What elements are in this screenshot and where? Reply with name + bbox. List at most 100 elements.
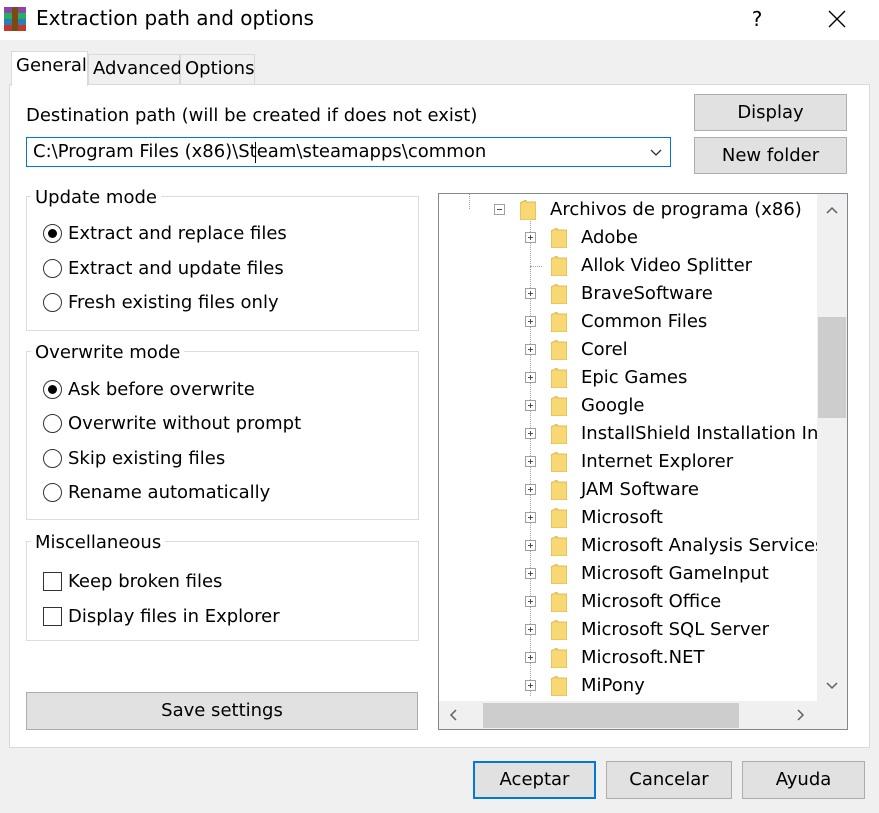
folder-icon: [551, 620, 567, 640]
help-button[interactable]: Ayuda: [742, 761, 865, 799]
folder-tree[interactable]: Archivos de programa (x86) Adobe Allok Vi…: [438, 193, 848, 730]
horizontal-scrollbar[interactable]: [439, 701, 817, 729]
radio-overwrite-without-prompt[interactable]: Overwrite without prompt: [43, 413, 301, 434]
radio-extract-update[interactable]: Extract and update files: [43, 258, 284, 279]
radio-label: Extract and replace files: [68, 223, 287, 244]
scroll-right-icon[interactable]: [793, 708, 807, 722]
checkbox-display-explorer[interactable]: Display files in Explorer: [43, 606, 280, 627]
radio-rename-auto[interactable]: Rename automatically: [43, 482, 270, 503]
expand-icon[interactable]: [525, 428, 536, 439]
new-folder-button[interactable]: New folder: [694, 137, 847, 174]
destination-path-combobox[interactable]: C:\Program Files (x86)\Steam\steamapps\c…: [26, 137, 671, 167]
scroll-down-icon[interactable]: [825, 678, 839, 692]
checkbox-label: Display files in Explorer: [68, 606, 280, 627]
misc-title: Miscellaneous: [31, 532, 166, 553]
display-button[interactable]: Display: [694, 94, 847, 131]
destination-path-value: C:\Program Files (x86)\Steam\steamapps\c…: [33, 141, 487, 162]
radio-indicator: [43, 380, 62, 399]
folder-icon: [551, 480, 567, 500]
cancel-button[interactable]: Cancelar: [606, 761, 732, 799]
expand-icon[interactable]: [525, 512, 536, 523]
checkbox-indicator: [43, 572, 62, 591]
tree-item[interactable]: Microsoft.NET: [581, 644, 704, 672]
tree-item[interactable]: Common Files: [581, 308, 707, 336]
accept-button[interactable]: Aceptar: [473, 761, 596, 799]
horizontal-scroll-thumb[interactable]: [483, 703, 739, 728]
tree-item[interactable]: Adobe: [581, 224, 638, 252]
tree-item[interactable]: BraveSoftware: [581, 280, 713, 308]
tree-item[interactable]: Microsoft GameInput: [581, 560, 769, 588]
save-settings-button[interactable]: Save settings: [26, 692, 418, 730]
radio-label: Extract and update files: [68, 258, 284, 279]
radio-skip-existing[interactable]: Skip existing files: [43, 448, 225, 469]
tree-item[interactable]: Microsoft Analysis Services: [581, 532, 824, 560]
radio-label: Overwrite without prompt: [68, 413, 302, 434]
tree-item[interactable]: Corel: [581, 336, 628, 364]
radio-label: Fresh existing files only: [68, 292, 279, 313]
checkbox-indicator: [43, 607, 62, 626]
expand-icon[interactable]: [525, 372, 536, 383]
vertical-scroll-thumb[interactable]: [818, 317, 846, 418]
tree-item[interactable]: InstallShield Installation Info: [581, 420, 836, 448]
overwrite-mode-group: Overwrite mode Ask before overwrite Over…: [26, 342, 419, 520]
radio-indicator: [43, 483, 62, 502]
radio-extract-replace[interactable]: Extract and replace files: [43, 223, 287, 244]
folder-icon: [551, 312, 567, 332]
expand-icon[interactable]: [525, 288, 536, 299]
expand-icon[interactable]: [525, 400, 536, 411]
expand-icon[interactable]: [525, 624, 536, 635]
radio-label: Rename automatically: [68, 482, 271, 503]
update-mode-group: Update mode Extract and replace files Ex…: [26, 187, 419, 331]
tree-item-root[interactable]: Archivos de programa (x86): [550, 196, 802, 224]
scrollbar-corner: [817, 701, 847, 729]
tree-guide-line: [530, 266, 542, 267]
tree-item[interactable]: JAM Software: [581, 476, 699, 504]
expand-icon[interactable]: [525, 540, 536, 551]
folder-icon: [551, 340, 567, 360]
collapse-icon[interactable]: [494, 204, 505, 215]
expand-icon[interactable]: [525, 652, 536, 663]
tree-item[interactable]: Google: [581, 392, 644, 420]
scroll-left-icon[interactable]: [447, 708, 461, 722]
folder-icon: [551, 648, 567, 668]
folder-icon: [551, 564, 567, 584]
folder-icon: [551, 228, 567, 248]
radio-indicator: [43, 414, 62, 433]
expand-icon[interactable]: [525, 680, 536, 691]
expand-icon[interactable]: [525, 596, 536, 607]
expand-icon[interactable]: [525, 232, 536, 243]
radio-fresh-existing[interactable]: Fresh existing files only: [43, 292, 279, 313]
folder-icon: [551, 536, 567, 556]
tree-item[interactable]: Internet Explorer: [581, 448, 733, 476]
radio-label: Skip existing files: [68, 448, 226, 469]
tree-item[interactable]: Microsoft Office: [581, 588, 721, 616]
misc-group: Miscellaneous Keep broken files Display …: [26, 532, 419, 641]
checkbox-keep-broken[interactable]: Keep broken files: [43, 571, 222, 592]
folder-icon: [551, 284, 567, 304]
radio-indicator: [43, 259, 62, 278]
vertical-scrollbar[interactable]: [817, 194, 847, 701]
expand-icon[interactable]: [525, 568, 536, 579]
expand-icon[interactable]: [525, 484, 536, 495]
tree-item[interactable]: MiPony: [581, 672, 645, 700]
expand-icon[interactable]: [525, 316, 536, 327]
update-mode-title: Update mode: [31, 187, 161, 208]
expand-icon[interactable]: [525, 456, 536, 467]
folder-icon: [551, 452, 567, 472]
radio-ask-before[interactable]: Ask before overwrite: [43, 379, 255, 400]
chevron-down-icon[interactable]: [650, 146, 662, 158]
destination-label: Destination path (will be created if doe…: [26, 105, 478, 126]
folder-icon: [551, 396, 567, 416]
tree-item[interactable]: Microsoft SQL Server: [581, 616, 769, 644]
tree-item[interactable]: Epic Games: [581, 364, 687, 392]
tree-guide-line: [469, 194, 470, 209]
tree-item[interactable]: Microsoft: [581, 504, 663, 532]
folder-icon: [551, 368, 567, 388]
tree-item[interactable]: Allok Video Splitter: [581, 252, 752, 280]
scroll-up-icon[interactable]: [825, 204, 839, 218]
radio-label: Ask before overwrite: [68, 379, 255, 400]
folder-icon: [551, 592, 567, 612]
expand-icon[interactable]: [525, 344, 536, 355]
text-caret: [255, 142, 256, 163]
radio-indicator: [43, 224, 62, 243]
